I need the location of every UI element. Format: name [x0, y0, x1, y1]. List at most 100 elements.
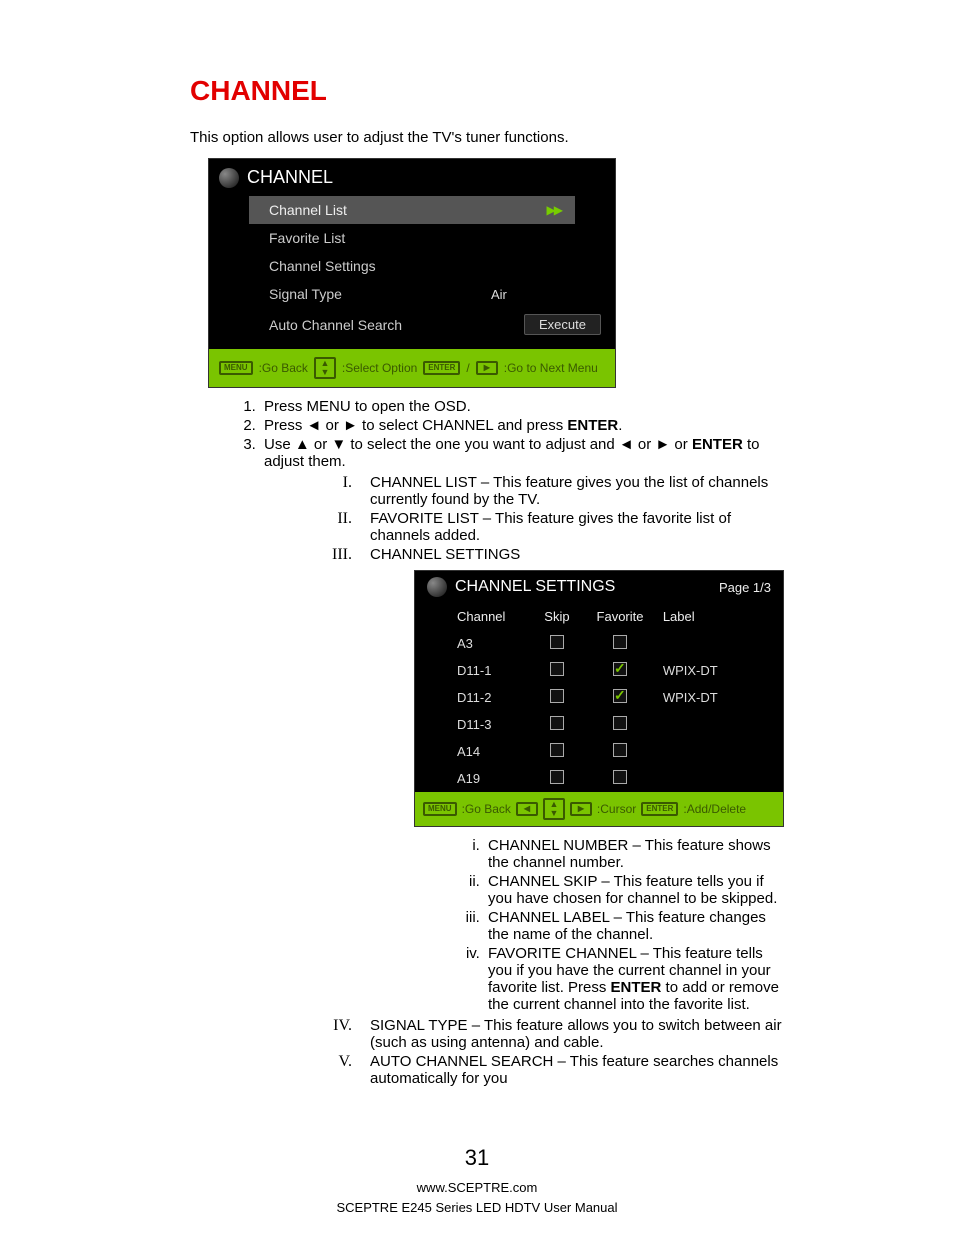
chevron-right-icon: ▶▶	[547, 203, 561, 217]
checkbox-icon[interactable]	[550, 689, 564, 703]
checkbox-icon[interactable]	[613, 662, 627, 676]
table-row[interactable]: A14	[415, 738, 783, 765]
table-row[interactable]: D11-3	[415, 711, 783, 738]
table-row[interactable]: A19	[415, 765, 783, 792]
checkbox-icon[interactable]	[550, 716, 564, 730]
lroman-4-enter: ENTER	[611, 979, 662, 996]
osd-title: CHANNEL	[209, 159, 615, 196]
cell-channel: A3	[415, 630, 531, 657]
checkbox-icon[interactable]	[550, 635, 564, 649]
channel-table: Channel Skip Favorite Label A3D11-1 WPIX-…	[415, 603, 783, 792]
col-favorite: Favorite	[583, 603, 657, 630]
menu-key-icon: MENU	[423, 802, 457, 817]
checkbox-icon[interactable]	[613, 716, 627, 730]
osd2-title-text: CHANNEL SETTINGS	[455, 578, 615, 596]
left-key-icon: ◀	[516, 802, 538, 817]
cell-skip[interactable]	[531, 657, 584, 684]
checkbox-icon[interactable]	[613, 743, 627, 757]
cell-favorite[interactable]	[583, 711, 657, 738]
page-heading: CHANNEL	[190, 75, 784, 107]
lroman-4: FAVORITE CHANNEL – This feature tells yo…	[484, 945, 784, 1013]
up-down-key-icon: ▲▼	[314, 357, 336, 379]
footer-url: www.SCEPTRE.com	[0, 1178, 954, 1198]
cell-favorite[interactable]	[583, 765, 657, 792]
right-key-icon: ▶	[570, 802, 592, 817]
cell-skip[interactable]	[531, 765, 584, 792]
cell-label	[657, 765, 783, 792]
cell-favorite[interactable]	[583, 738, 657, 765]
cell-label: WPIX-DT	[657, 657, 783, 684]
table-row[interactable]: A3	[415, 630, 783, 657]
col-channel: Channel	[415, 603, 531, 630]
intro-text: This option allows user to adjust the TV…	[190, 129, 784, 146]
cell-label	[657, 711, 783, 738]
roman-2-text: FAVORITE LIST – This feature gives the f…	[370, 510, 784, 544]
osd-footer-next: :Go to Next Menu	[504, 361, 598, 375]
lroman-1: CHANNEL NUMBER – This feature shows the …	[484, 837, 784, 871]
osd-footer-slash: /	[466, 361, 469, 375]
osd-item-label: Signal Type	[269, 286, 491, 302]
osd2-page: Page 1/3	[719, 580, 771, 595]
roman-5-text: AUTO CHANNEL SEARCH – This feature searc…	[370, 1053, 784, 1087]
osd-footer-goback: :Go Back	[259, 361, 308, 375]
step-3-text: Use ▲ or ▼ to select the one you want to…	[264, 436, 692, 453]
lroman-3: CHANNEL LABEL – This feature changes the…	[484, 909, 784, 943]
checkbox-icon[interactable]	[613, 689, 627, 703]
cell-skip[interactable]	[531, 630, 584, 657]
cell-favorite[interactable]	[583, 657, 657, 684]
osd-menu-item[interactable]: Favorite List	[209, 224, 615, 252]
osd2-footer-cursor: :Cursor	[597, 802, 636, 816]
osd2-footer-add: :Add/Delete	[683, 802, 746, 816]
menu-key-icon: MENU	[219, 361, 253, 376]
col-label: Label	[657, 603, 783, 630]
step-1: Press MENU to open the OSD.	[260, 398, 784, 415]
osd-item-label: Channel Settings	[269, 258, 601, 274]
roman-1: I.CHANNEL LIST – This feature gives you …	[324, 474, 784, 508]
cell-channel: A19	[415, 765, 531, 792]
checkbox-icon[interactable]	[550, 743, 564, 757]
step-2-enter: ENTER	[567, 417, 618, 434]
cell-favorite[interactable]	[583, 684, 657, 711]
checkbox-icon[interactable]	[613, 770, 627, 784]
table-row[interactable]: D11-2 WPIX-DT	[415, 684, 783, 711]
osd-menu-item[interactable]: Auto Channel SearchExecute	[209, 308, 615, 341]
osd-item-value: Air	[491, 287, 601, 302]
osd-footer: MENU :Go Back ▲▼ :Select Option ENTER / …	[209, 349, 615, 387]
roman-4: IV.SIGNAL TYPE – This feature allows you…	[324, 1017, 784, 1051]
cell-channel: D11-1	[415, 657, 531, 684]
osd-menu-item[interactable]: Signal TypeAir	[209, 280, 615, 308]
cell-skip[interactable]	[531, 711, 584, 738]
checkbox-icon[interactable]	[550, 662, 564, 676]
col-skip: Skip	[531, 603, 584, 630]
instruction-list: Press MENU to open the OSD. Press ◄ or ►…	[260, 398, 784, 1087]
right-key-icon: ▶	[476, 361, 498, 376]
osd-channel-menu: CHANNEL Channel List▶▶Favorite List Chann…	[208, 158, 616, 388]
step-3-enter: ENTER	[692, 436, 743, 453]
sceptre-logo-icon	[219, 168, 239, 188]
cell-channel: A14	[415, 738, 531, 765]
roman-5: V.AUTO CHANNEL SEARCH – This feature sea…	[324, 1053, 784, 1087]
execute-button[interactable]: Execute	[524, 314, 601, 335]
table-header-row: Channel Skip Favorite Label	[415, 603, 783, 630]
roman-list-cont: IV.SIGNAL TYPE – This feature allows you…	[324, 1017, 784, 1087]
roman-4-text: SIGNAL TYPE – This feature allows you to…	[370, 1017, 784, 1051]
page-footer: 31 www.SCEPTRE.com SCEPTRE E245 Series L…	[0, 1141, 954, 1217]
osd2-header: CHANNEL SETTINGS Page 1/3	[415, 571, 783, 603]
step-3: Use ▲ or ▼ to select the one you want to…	[260, 436, 784, 1087]
footer-manual: SCEPTRE E245 Series LED HDTV User Manual	[0, 1198, 954, 1218]
osd-menu-item[interactable]: Channel Settings	[209, 252, 615, 280]
cell-skip[interactable]	[531, 684, 584, 711]
osd-menu-item[interactable]: Channel List▶▶	[249, 196, 575, 224]
osd2-footer-goback: :Go Back	[462, 802, 511, 816]
cell-skip[interactable]	[531, 738, 584, 765]
step-2-period: .	[618, 417, 622, 434]
checkbox-icon[interactable]	[550, 770, 564, 784]
osd2-footer: MENU :Go Back ◀ ▲▼ ▶ :Cursor ENTER :Add/…	[415, 792, 783, 826]
sceptre-logo-icon	[427, 577, 447, 597]
table-row[interactable]: D11-1 WPIX-DT	[415, 657, 783, 684]
cell-channel: D11-2	[415, 684, 531, 711]
cell-label: WPIX-DT	[657, 684, 783, 711]
roman-1-text: CHANNEL LIST – This feature gives you th…	[370, 474, 784, 508]
cell-favorite[interactable]	[583, 630, 657, 657]
checkbox-icon[interactable]	[613, 635, 627, 649]
